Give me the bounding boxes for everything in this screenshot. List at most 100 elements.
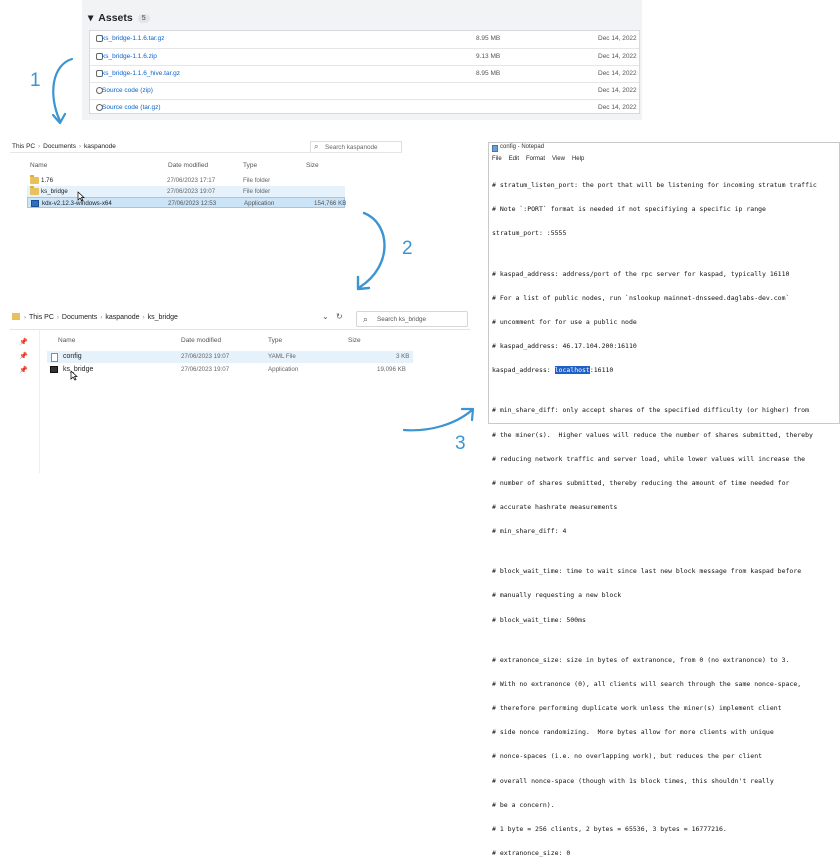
- chevron-right-icon: ›: [38, 143, 41, 150]
- asset-date: Dec 14, 2022: [598, 70, 637, 77]
- column-header-date[interactable]: Date modified: [168, 162, 208, 169]
- selected-text: localhost: [554, 366, 590, 375]
- asset-date: Dec 14, 2022: [598, 87, 637, 94]
- breadcrumb-item[interactable]: Documents: [62, 314, 97, 321]
- step-number-1: 1: [30, 70, 41, 91]
- folder-icon: [30, 175, 39, 184]
- navigation-pane: 📌 📌 📌: [10, 330, 40, 473]
- search-placeholder: Search ks_bridge: [377, 316, 427, 323]
- file-type: File folder: [243, 188, 271, 195]
- file-row[interactable]: ks_bridge 27/06/2023 19:07 File folder: [27, 186, 345, 197]
- search-input[interactable]: ⌕ Search ks_bridge: [356, 311, 468, 327]
- column-header-type[interactable]: Type: [243, 162, 257, 169]
- asset-link[interactable]: ks_bridge-1.1.6.tar.gz: [102, 35, 165, 42]
- text-editor[interactable]: # stratum_listen_port: the port that wil…: [492, 165, 836, 865]
- menu-file[interactable]: File: [492, 156, 502, 162]
- text-line: # therefore performing duplicate work un…: [492, 704, 782, 713]
- file-date: 27/06/2023 12:53: [168, 200, 217, 207]
- chevron-right-icon: ›: [24, 314, 26, 321]
- file-name: ks_bridge: [41, 188, 68, 195]
- breadcrumb-item[interactable]: This PC: [12, 143, 35, 150]
- text-line: # kaspad_address: 46.17.104.200:16110: [492, 342, 637, 351]
- step-number-2: 2: [402, 238, 413, 259]
- asset-link[interactable]: Source code (tar.gz): [102, 104, 161, 111]
- text-line: # extranonce_size: size in bytes of extr…: [492, 655, 790, 664]
- curved-arrow-icon: [356, 211, 386, 291]
- breadcrumb-item[interactable]: kaspanode: [105, 314, 139, 321]
- menu-format[interactable]: Format: [526, 156, 545, 162]
- assets-list: ks_bridge-1.1.6.tar.gz 8.95 MB Dec 14, 2…: [89, 30, 640, 114]
- asset-row: Source code (zip) Dec 14, 2022: [90, 82, 639, 99]
- chevron-right-icon: ›: [56, 314, 59, 321]
- asset-row: Source code (tar.gz) Dec 14, 2022: [90, 99, 639, 116]
- text-line: # extranonce_size: 0: [492, 848, 571, 857]
- kaspad-address-line: kaspad_address: localhost:16110: [492, 366, 836, 375]
- refresh-icon[interactable]: ↻: [336, 312, 343, 321]
- application-icon: [31, 200, 39, 207]
- text-line: # block_wait_time: 500ms: [492, 615, 586, 624]
- file-row[interactable]: config 27/06/2023 19:07 YAML File 3 KB: [47, 351, 413, 363]
- text-line: # uncomment for for use a public node: [492, 317, 637, 326]
- text-line: # For a list of public nodes, run `nsloo…: [492, 293, 790, 302]
- file-row[interactable]: ks_bridge 27/06/2023 19:07 Application 1…: [47, 364, 413, 376]
- yaml-file-icon: [51, 353, 58, 362]
- divider: [10, 152, 402, 153]
- text-line: # min_share_diff: 4: [492, 527, 567, 536]
- column-header-name[interactable]: Name: [30, 162, 47, 169]
- file-date: 27/06/2023 19:07: [167, 188, 216, 195]
- menu-bar: File Edit Format View Help: [492, 156, 584, 162]
- assets-count-badge: 5: [137, 13, 150, 23]
- application-icon: [50, 366, 58, 373]
- column-header-date[interactable]: Date modified: [181, 337, 221, 344]
- curved-arrow-icon: [51, 57, 74, 125]
- pin-icon[interactable]: 📌: [19, 352, 28, 360]
- text-line: # reducing network traffic and server lo…: [492, 454, 806, 463]
- chevron-right-icon: ›: [100, 314, 103, 321]
- file-row-selected[interactable]: kdx-v2.12.3-windows-x64 27/06/2023 12:53…: [27, 197, 346, 208]
- window-title: config - Notepad: [500, 144, 545, 150]
- menu-edit[interactable]: Edit: [509, 156, 519, 162]
- file-type: YAML File: [268, 353, 296, 360]
- asset-row: ks_bridge-1.1.6_hive.tar.gz 8.95 MB Dec …: [90, 65, 639, 82]
- file-date: 27/06/2023 19:07: [181, 353, 230, 360]
- menu-view[interactable]: View: [552, 156, 565, 162]
- text-line: # side nonce randomizing. More bytes all…: [492, 728, 774, 737]
- chevron-right-icon: ›: [79, 143, 81, 150]
- breadcrumb-item[interactable]: ks_bridge: [148, 314, 178, 321]
- file-size: 3 KB: [396, 353, 410, 360]
- column-header-name[interactable]: Name: [58, 337, 75, 344]
- column-header-size[interactable]: Size: [348, 337, 361, 344]
- assets-header[interactable]: ▾ Assets 5: [88, 12, 150, 24]
- menu-help[interactable]: Help: [572, 156, 584, 162]
- file-type: Application: [268, 366, 299, 373]
- dropdown-chevron-icon[interactable]: ⌄: [322, 312, 329, 321]
- text-line: # overall nonce-space (though with 1s bl…: [492, 776, 774, 785]
- asset-date: Dec 14, 2022: [598, 53, 637, 60]
- text-line: # number of shares submitted, thereby re…: [492, 478, 790, 487]
- file-row[interactable]: 1.76 27/06/2023 17:17 File folder: [27, 175, 345, 186]
- assets-title: Assets: [98, 12, 133, 24]
- asset-link[interactable]: ks_bridge-1.1.6.zip: [102, 53, 157, 60]
- file-name: config: [63, 353, 82, 360]
- column-header-type[interactable]: Type: [268, 337, 282, 344]
- file-size: 19,096 KB: [377, 366, 406, 373]
- breadcrumb-item[interactable]: Documents: [43, 143, 76, 150]
- asset-link[interactable]: Source code (zip): [102, 87, 153, 94]
- breadcrumb-item[interactable]: kaspanode: [84, 143, 116, 150]
- breadcrumb-item[interactable]: This PC: [29, 314, 54, 321]
- asset-link[interactable]: ks_bridge-1.1.6_hive.tar.gz: [102, 70, 180, 77]
- mouse-cursor-icon: [70, 370, 78, 381]
- asset-date: Dec 14, 2022: [598, 35, 637, 42]
- folder-icon: [30, 186, 39, 195]
- breadcrumb[interactable]: › This PC › Documents › kaspanode › ks_b…: [24, 314, 178, 321]
- curved-arrow-icon: [402, 407, 475, 432]
- text-line: # the miner(s). Higher values will reduc…: [492, 430, 813, 439]
- text-line: # With no extranonce (0), all clients wi…: [492, 680, 802, 688]
- file-date: 27/06/2023 17:17: [167, 177, 216, 184]
- asset-row: ks_bridge-1.1.6.tar.gz 8.95 MB Dec 14, 2…: [90, 31, 639, 48]
- pin-icon[interactable]: 📌: [19, 338, 28, 346]
- asset-size: 8.95 MB: [476, 70, 501, 77]
- pin-icon[interactable]: 📌: [19, 366, 28, 374]
- breadcrumb[interactable]: This PC › Documents › kaspanode: [12, 143, 116, 150]
- column-header-size[interactable]: Size: [306, 162, 319, 169]
